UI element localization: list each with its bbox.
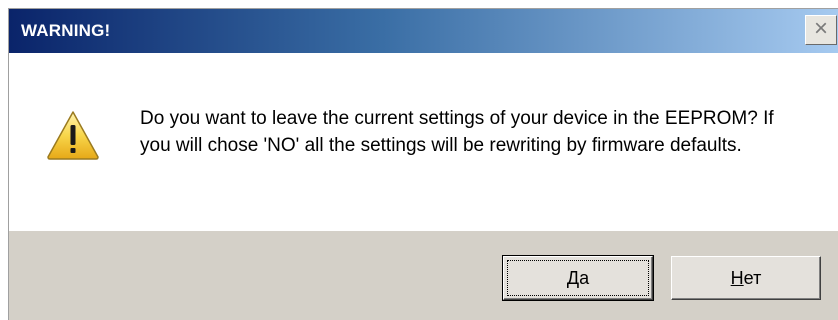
- no-label-rest: ет: [743, 268, 762, 288]
- warning-dialog: WARNING! × Do you want to leave the curr…: [8, 8, 838, 320]
- close-button[interactable]: ×: [805, 15, 837, 45]
- yes-label-rest: а: [579, 268, 590, 288]
- no-accelerator: Н: [730, 268, 744, 288]
- yes-button-label: Да: [567, 268, 589, 288]
- button-bar: Да Нет: [9, 231, 838, 320]
- title-bar[interactable]: WARNING! ×: [9, 9, 838, 53]
- message-text: Do you want to leave the current setting…: [140, 108, 774, 156]
- dialog-title: WARNING!: [21, 21, 111, 40]
- no-button-label: Нет: [731, 268, 762, 288]
- warning-icon: [47, 111, 99, 160]
- yes-accelerator: Д: [566, 268, 580, 288]
- no-button[interactable]: Нет: [671, 256, 821, 300]
- yes-button[interactable]: Да: [502, 255, 654, 301]
- close-icon: ×: [813, 15, 828, 42]
- message-area: Do you want to leave the current setting…: [9, 53, 838, 231]
